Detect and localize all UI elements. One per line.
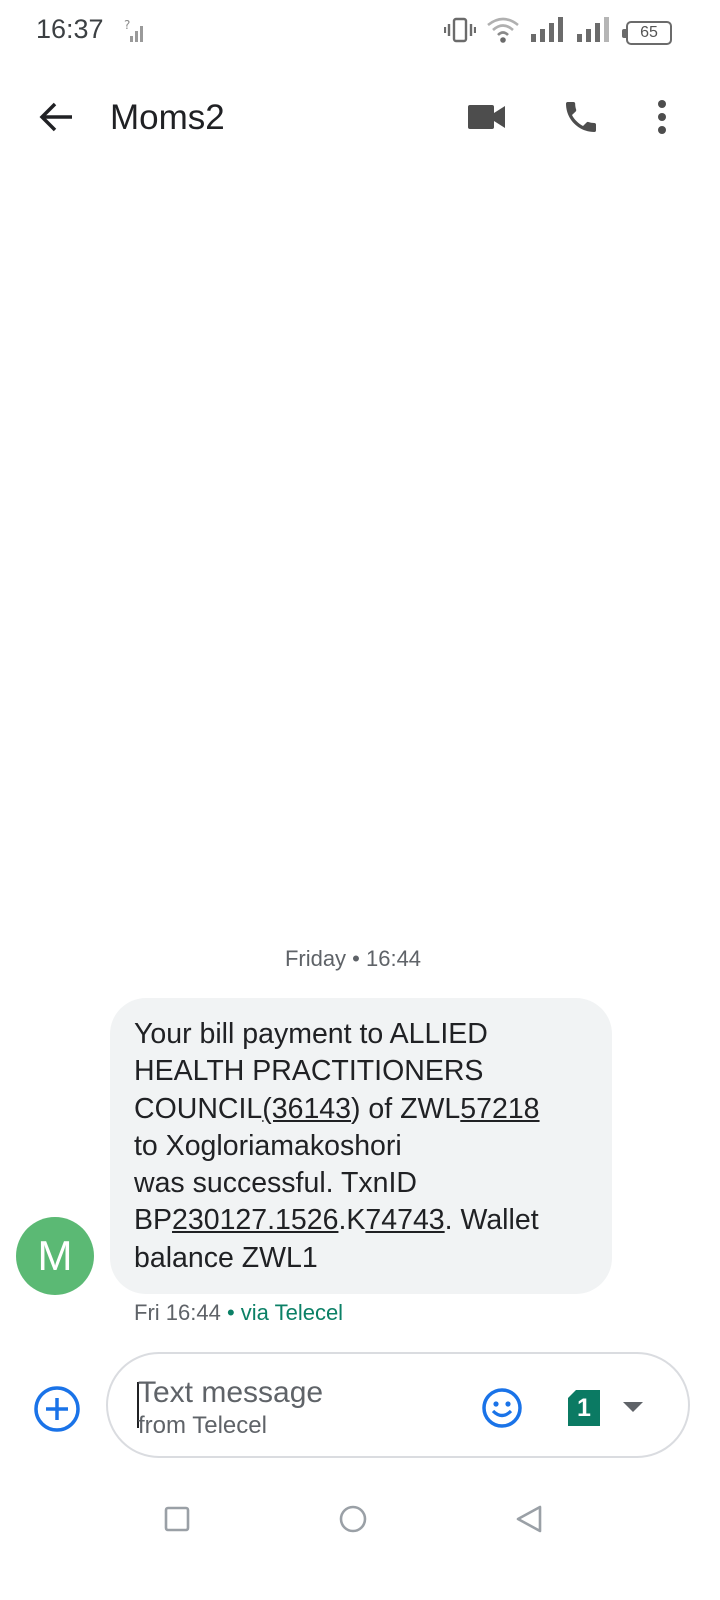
more-vert-icon — [656, 99, 668, 140]
emoji-icon — [481, 1387, 523, 1434]
recent-apps-button[interactable] — [162, 1506, 192, 1536]
status-bar: 16:37 ? 65 — [0, 0, 720, 64]
battery-level: 65 — [640, 23, 658, 41]
app-bar: Moms2 — [0, 72, 720, 164]
message-line: .K — [338, 1204, 366, 1237]
no-sim-signal-icon: ? — [122, 18, 148, 49]
wifi-icon — [486, 16, 520, 49]
battery-icon: 65 — [622, 20, 672, 45]
sim-dropdown-button[interactable] — [616, 1394, 650, 1424]
message-line: ) of ZWL — [351, 1092, 461, 1125]
number-link[interactable]: 74743 — [365, 1204, 444, 1236]
sim-selector[interactable]: 1 — [568, 1390, 600, 1426]
compose-placeholder[interactable]: Text message — [138, 1376, 323, 1410]
date-divider: Friday • 16:44 — [284, 946, 422, 971]
system-nav-bar — [0, 1490, 720, 1552]
via-carrier: • via Telecel — [220, 1300, 344, 1325]
arrow-back-icon — [38, 101, 74, 138]
home-icon — [338, 1504, 368, 1539]
message-line: was successful. TxnID — [134, 1167, 417, 1200]
back-button[interactable] — [28, 94, 84, 144]
number-link[interactable]: 57218 — [460, 1093, 539, 1125]
back-triangle-icon — [514, 1504, 544, 1539]
signal-icon — [530, 16, 566, 49]
message-line: to Xogloriamakoshori — [134, 1129, 402, 1162]
message-line: HEALTH PRACTITIONERS — [134, 1055, 484, 1088]
vibrate-icon — [443, 16, 477, 49]
message-line: . Wallet — [444, 1204, 539, 1237]
add-circle-icon — [33, 1385, 81, 1438]
number-link[interactable]: (36143 — [262, 1093, 351, 1125]
phone-icon — [561, 97, 601, 142]
signal-icon — [576, 16, 612, 49]
emoji-button[interactable] — [480, 1387, 524, 1434]
status-icons: 65 — [443, 16, 672, 49]
message-line: Your bill payment to ALLIED — [134, 1018, 488, 1050]
recent-apps-icon — [163, 1505, 191, 1538]
message-time: Fri 16:44 — [134, 1300, 221, 1325]
compose-sim-label: from Telecel — [138, 1412, 267, 1439]
message-meta: Fri 16:44 • via Telecel — [134, 1300, 343, 1326]
message-bubble[interactable]: Your bill payment to ALLIED HEALTH PRACT… — [110, 998, 612, 1294]
status-time: 16:37 — [36, 14, 104, 44]
conversation-title: Moms2 — [110, 98, 225, 137]
phone-call-button[interactable] — [556, 94, 606, 144]
message-line: balance ZWL1 — [134, 1241, 318, 1274]
arrow-drop-down-icon — [622, 1400, 644, 1418]
attach-button[interactable] — [32, 1385, 82, 1438]
avatar-initial: M — [37, 1232, 73, 1279]
avatar[interactable]: M — [16, 1217, 94, 1295]
more-options-button[interactable] — [640, 94, 684, 144]
video-call-icon — [467, 103, 507, 136]
home-button[interactable] — [338, 1504, 368, 1539]
message-text: Your bill payment to ALLIED HEALTH PRACT… — [134, 1016, 588, 1277]
message-line: BP — [134, 1204, 173, 1237]
message-compose-box[interactable]: Text message from Telecel 1 — [106, 1352, 690, 1458]
message-line: COUNCIL — [134, 1092, 263, 1125]
video-call-button[interactable] — [462, 94, 512, 144]
number-link[interactable]: 230127.1526 — [172, 1204, 338, 1236]
svg-text:?: ? — [124, 18, 130, 32]
nav-back-button[interactable] — [514, 1504, 544, 1539]
